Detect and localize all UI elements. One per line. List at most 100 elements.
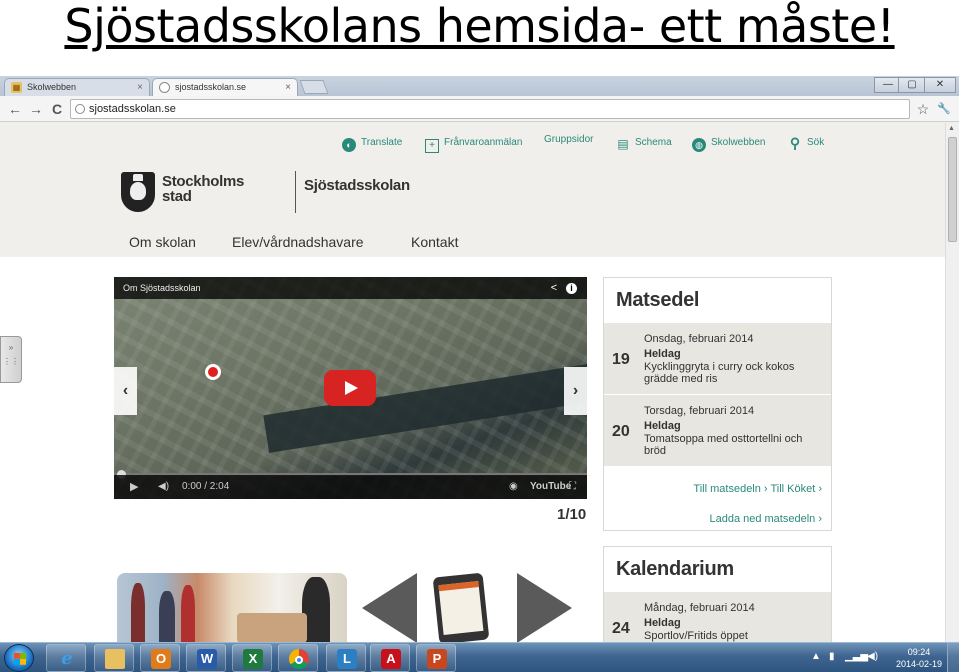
student-figure [181, 585, 195, 642]
search-icon: ⚲ [789, 135, 801, 151]
till-matsedeln-link[interactable]: Till matsedeln › Till Köket › [604, 474, 822, 504]
youtube-play-button[interactable] [324, 370, 376, 406]
entry-when: Heldag [644, 420, 681, 432]
system-tray: ▲ ▮ ▁▃▅ ◀) 09:24 2014-02-19 [799, 643, 959, 672]
entry-desc: Sportlov/Fritids öppet [644, 630, 748, 642]
calendar-icon: ▤ [617, 137, 629, 151]
usb-icon[interactable]: ▮ [829, 651, 835, 662]
chrome-icon[interactable] [278, 644, 318, 672]
scroll-up-icon[interactable]: ▲ [948, 125, 955, 132]
play-icon[interactable]: ▶ [130, 475, 138, 499]
arrow-left-graphic [362, 573, 417, 642]
students-photo[interactable] [117, 573, 347, 642]
network-icon[interactable]: ▁▃▅ [845, 651, 868, 662]
menu-entry: 20 Torsdag, februari 2014 Heldag Tomatso… [604, 394, 831, 466]
side-panel-handle[interactable]: » ⋮⋮ [0, 336, 22, 383]
student-figure [159, 591, 175, 642]
info-icon[interactable]: i [566, 283, 577, 294]
reload-button[interactable]: C [48, 100, 66, 118]
stockholm-crest-logo[interactable] [121, 172, 155, 212]
start-button[interactable] [4, 644, 34, 672]
address-text: sjostadsskolan.se [89, 103, 176, 115]
tray-expand-icon[interactable]: ▲ [811, 651, 821, 662]
location-pin-icon [205, 364, 221, 380]
school-name[interactable]: Sjöstadsskolan [304, 177, 410, 194]
browser-window: ▦ Skolwebben × sjostadsskolan.se × — ▢ ✕… [0, 76, 959, 642]
mobile-app-photo[interactable] [362, 573, 572, 642]
globe-icon: ◍ [692, 138, 706, 152]
bookmark-star-icon[interactable]: ☆ [914, 100, 932, 118]
explorer-icon[interactable] [94, 644, 134, 672]
tab-skolwebben[interactable]: ▦ Skolwebben × [4, 78, 150, 96]
page-scrollbar[interactable]: ▲ [945, 123, 959, 642]
show-desktop-button[interactable] [947, 643, 959, 672]
entry-date: Torsdag, februari 2014 [644, 405, 755, 417]
matsedel-heading: Matsedel [616, 289, 700, 311]
entry-when: Heldag [644, 348, 681, 360]
ie-icon[interactable]: e [46, 644, 86, 672]
toplink-schema[interactable]: ▤ Schema [616, 135, 671, 151]
toplink-translate[interactable]: ◐ Translate [342, 135, 402, 152]
lync-icon[interactable]: L [326, 644, 366, 672]
tab-close-icon[interactable]: × [137, 79, 143, 96]
word-icon[interactable]: W [186, 644, 226, 672]
close-window-button[interactable]: ✕ [924, 77, 956, 93]
nav-kontakt[interactable]: Kontakt [411, 234, 458, 250]
clock-time: 09:24 [907, 647, 931, 657]
address-bar[interactable]: sjostadsskolan.se [70, 99, 910, 119]
tab-sjostadsskolan[interactable]: sjostadsskolan.se × [152, 78, 298, 96]
wrench-menu-icon[interactable]: 🔧 [935, 100, 953, 118]
matsedel-card: Matsedel 19 Onsdag, februari 2014 Heldag… [603, 277, 832, 531]
back-button[interactable]: ← [6, 100, 24, 118]
toplink-gruppsidor[interactable]: Gruppsidor [544, 132, 593, 148]
tab-close-icon[interactable]: × [285, 79, 291, 96]
video-title[interactable]: Om Sjöstadsskolan [114, 277, 587, 299]
new-tab-button[interactable] [299, 80, 329, 94]
entry-when: Heldag [644, 617, 681, 629]
clock-date: 2014-02-19 [895, 659, 943, 669]
powerpoint-icon[interactable]: P [416, 644, 456, 672]
scrollbar-thumb[interactable] [948, 137, 957, 242]
stockholms-stad-logo-text[interactable]: Stockholms stad [162, 174, 272, 204]
page-info-icon[interactable] [75, 104, 85, 114]
video-time: 0:00 / 2:04 [182, 481, 230, 492]
toplink-franvaroanmalan[interactable]: + Frånvaroanmälan [425, 135, 522, 153]
entry-desc: Tomatsoppa med osttortellni och bröd [644, 433, 803, 457]
entry-date: Måndag, februari 2014 [644, 602, 755, 614]
carousel-next-button[interactable]: › [564, 367, 587, 415]
toplink-skolwebben[interactable]: ◍ Skolwebben [692, 135, 765, 152]
settings-icon[interactable]: ◉ [509, 475, 518, 499]
video-player[interactable]: Om Sjöstadsskolan < i ▶ ◀) 0:00 / 2:04 ◉… [114, 277, 587, 499]
youtube-logo[interactable]: YouTube [530, 475, 571, 499]
nav-elev-vardnadshavare[interactable]: Elev/vårdnadshavare [232, 234, 364, 250]
outlook-icon[interactable]: O [140, 644, 180, 672]
share-icon[interactable]: < [547, 281, 561, 295]
ladda-ned-matsedeln-link[interactable]: Ladda ned matsedeln › [604, 504, 822, 534]
webpage: ◐ Translate + Frånvaroanmälan Gruppsidor ▤… [0, 123, 945, 642]
volume-icon[interactable]: ◀) [158, 475, 169, 499]
logo-divider [295, 171, 296, 213]
student-figure [131, 583, 145, 642]
skolwebben-favicon-icon: ▦ [11, 82, 22, 93]
arrow-right-graphic [517, 573, 572, 642]
tab-label: sjostadsskolan.se [175, 82, 247, 92]
slide-counter: 1/10 [557, 506, 587, 523]
forward-button[interactable]: → [27, 100, 45, 118]
acrobat-icon[interactable]: A [370, 644, 410, 672]
clock[interactable]: 09:24 2014-02-19 [889, 646, 949, 670]
carousel-prev-button[interactable]: ‹ [114, 367, 137, 415]
fullscreen-icon[interactable]: ⛶ [569, 475, 576, 499]
windows-logo-icon [14, 653, 26, 665]
site-header: ◐ Translate + Frånvaroanmälan Gruppsidor ▤… [0, 123, 945, 257]
video-controls: ▶ ◀) 0:00 / 2:04 ◉ YouTube ⛶ [114, 475, 587, 499]
plus-box-icon: + [425, 139, 439, 153]
bench [237, 613, 307, 642]
volume-tray-icon[interactable]: ◀) [867, 651, 878, 662]
toplink-sok[interactable]: ⚲ Sök [788, 135, 824, 151]
nav-om-skolan[interactable]: Om skolan [129, 234, 196, 250]
slide-title: Sjöstadsskolans hemsida- ett måste! [64, 0, 895, 53]
maximize-button[interactable]: ▢ [898, 77, 926, 93]
kalendarium-card: Kalendarium 24 Måndag, februari 2014 Hel… [603, 546, 832, 642]
menu-entry: 19 Onsdag, februari 2014 Heldag Kyckling… [604, 322, 831, 394]
excel-icon[interactable]: X [232, 644, 272, 672]
